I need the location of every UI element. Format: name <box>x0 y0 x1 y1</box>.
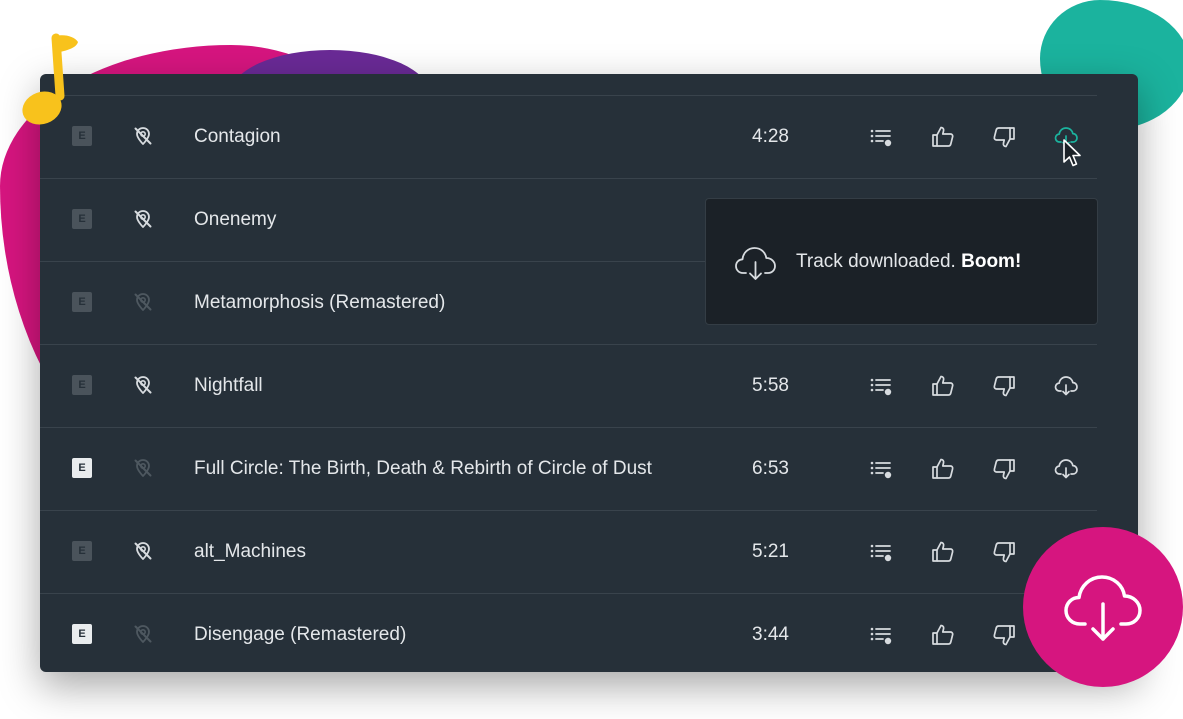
track-row[interactable]: E alt_Machines 5:21 <box>40 510 1097 593</box>
add-to-queue-icon[interactable] <box>868 456 894 482</box>
explicit-badge: E <box>72 375 92 395</box>
cloud-download-icon <box>735 247 776 280</box>
location-off-icon[interactable] <box>132 374 154 396</box>
explicit-badge: E <box>72 209 92 229</box>
explicit-badge: E <box>72 541 92 561</box>
track-duration: 6:53 <box>752 458 789 479</box>
toast-message: Track downloaded. Boom! <box>796 251 1021 273</box>
track-row[interactable]: E Disengage (Remastered) 3:44 <box>40 593 1097 672</box>
toast-emphasis: Boom! <box>961 251 1022 272</box>
download-toast: Track downloaded. Boom! <box>705 198 1098 325</box>
track-title[interactable]: Contagion <box>194 126 281 148</box>
mouse-pointer-icon <box>1063 139 1081 167</box>
add-to-queue-icon[interactable] <box>868 373 894 399</box>
track-title[interactable]: Metamorphosis (Remastered) <box>194 292 445 314</box>
location-off-icon[interactable] <box>132 540 154 562</box>
track-title[interactable]: Nightfall <box>194 375 263 397</box>
track-row[interactable]: E Full Circle: The Birth, Death & Rebirt… <box>40 427 1097 510</box>
track-duration: 4:28 <box>752 126 789 147</box>
thumbs-up-icon[interactable] <box>930 539 956 565</box>
track-duration: 5:21 <box>752 541 789 562</box>
thumbs-up-icon[interactable] <box>930 124 956 150</box>
track-title[interactable]: Full Circle: The Birth, Death & Rebirth … <box>194 458 652 480</box>
track-duration: 5:58 <box>752 375 789 396</box>
download-feature-button[interactable] <box>1023 527 1183 687</box>
track-title[interactable]: alt_Machines <box>194 541 306 563</box>
add-to-queue-icon[interactable] <box>868 539 894 565</box>
thumbs-down-icon[interactable] <box>991 622 1017 648</box>
cloud-download-icon[interactable] <box>1053 373 1079 399</box>
thumbs-up-icon[interactable] <box>930 622 956 648</box>
location-off-icon[interactable] <box>132 208 154 230</box>
explicit-badge: E <box>72 624 92 644</box>
stage: E Contagion 4:28 E Onenemy E Metamorphosis… <box>0 0 1183 719</box>
cloud-download-icon <box>1064 575 1142 641</box>
thumbs-down-icon[interactable] <box>991 373 1017 399</box>
track-list-panel: E Contagion 4:28 E Onenemy E Metamorphosis… <box>40 74 1138 672</box>
track-duration: 3:44 <box>752 624 789 645</box>
music-note-icon <box>22 33 78 125</box>
location-off-icon[interactable] <box>132 291 154 313</box>
add-to-queue-icon[interactable] <box>868 124 894 150</box>
explicit-badge: E <box>72 292 92 312</box>
location-off-icon[interactable] <box>132 457 154 479</box>
location-off-icon[interactable] <box>132 125 154 147</box>
thumbs-up-icon[interactable] <box>930 456 956 482</box>
thumbs-up-icon[interactable] <box>930 373 956 399</box>
track-row[interactable]: E Nightfall 5:58 <box>40 344 1097 427</box>
track-title[interactable]: Disengage (Remastered) <box>194 624 406 646</box>
thumbs-down-icon[interactable] <box>991 124 1017 150</box>
track-title[interactable]: Onenemy <box>194 209 276 231</box>
track-row[interactable]: E Contagion 4:28 <box>40 95 1097 178</box>
toast-message-text: Track downloaded. <box>796 251 956 272</box>
add-to-queue-icon[interactable] <box>868 622 894 648</box>
cloud-download-icon[interactable] <box>1053 456 1079 482</box>
thumbs-down-icon[interactable] <box>991 539 1017 565</box>
thumbs-down-icon[interactable] <box>991 456 1017 482</box>
explicit-badge: E <box>72 458 92 478</box>
location-off-icon[interactable] <box>132 623 154 645</box>
